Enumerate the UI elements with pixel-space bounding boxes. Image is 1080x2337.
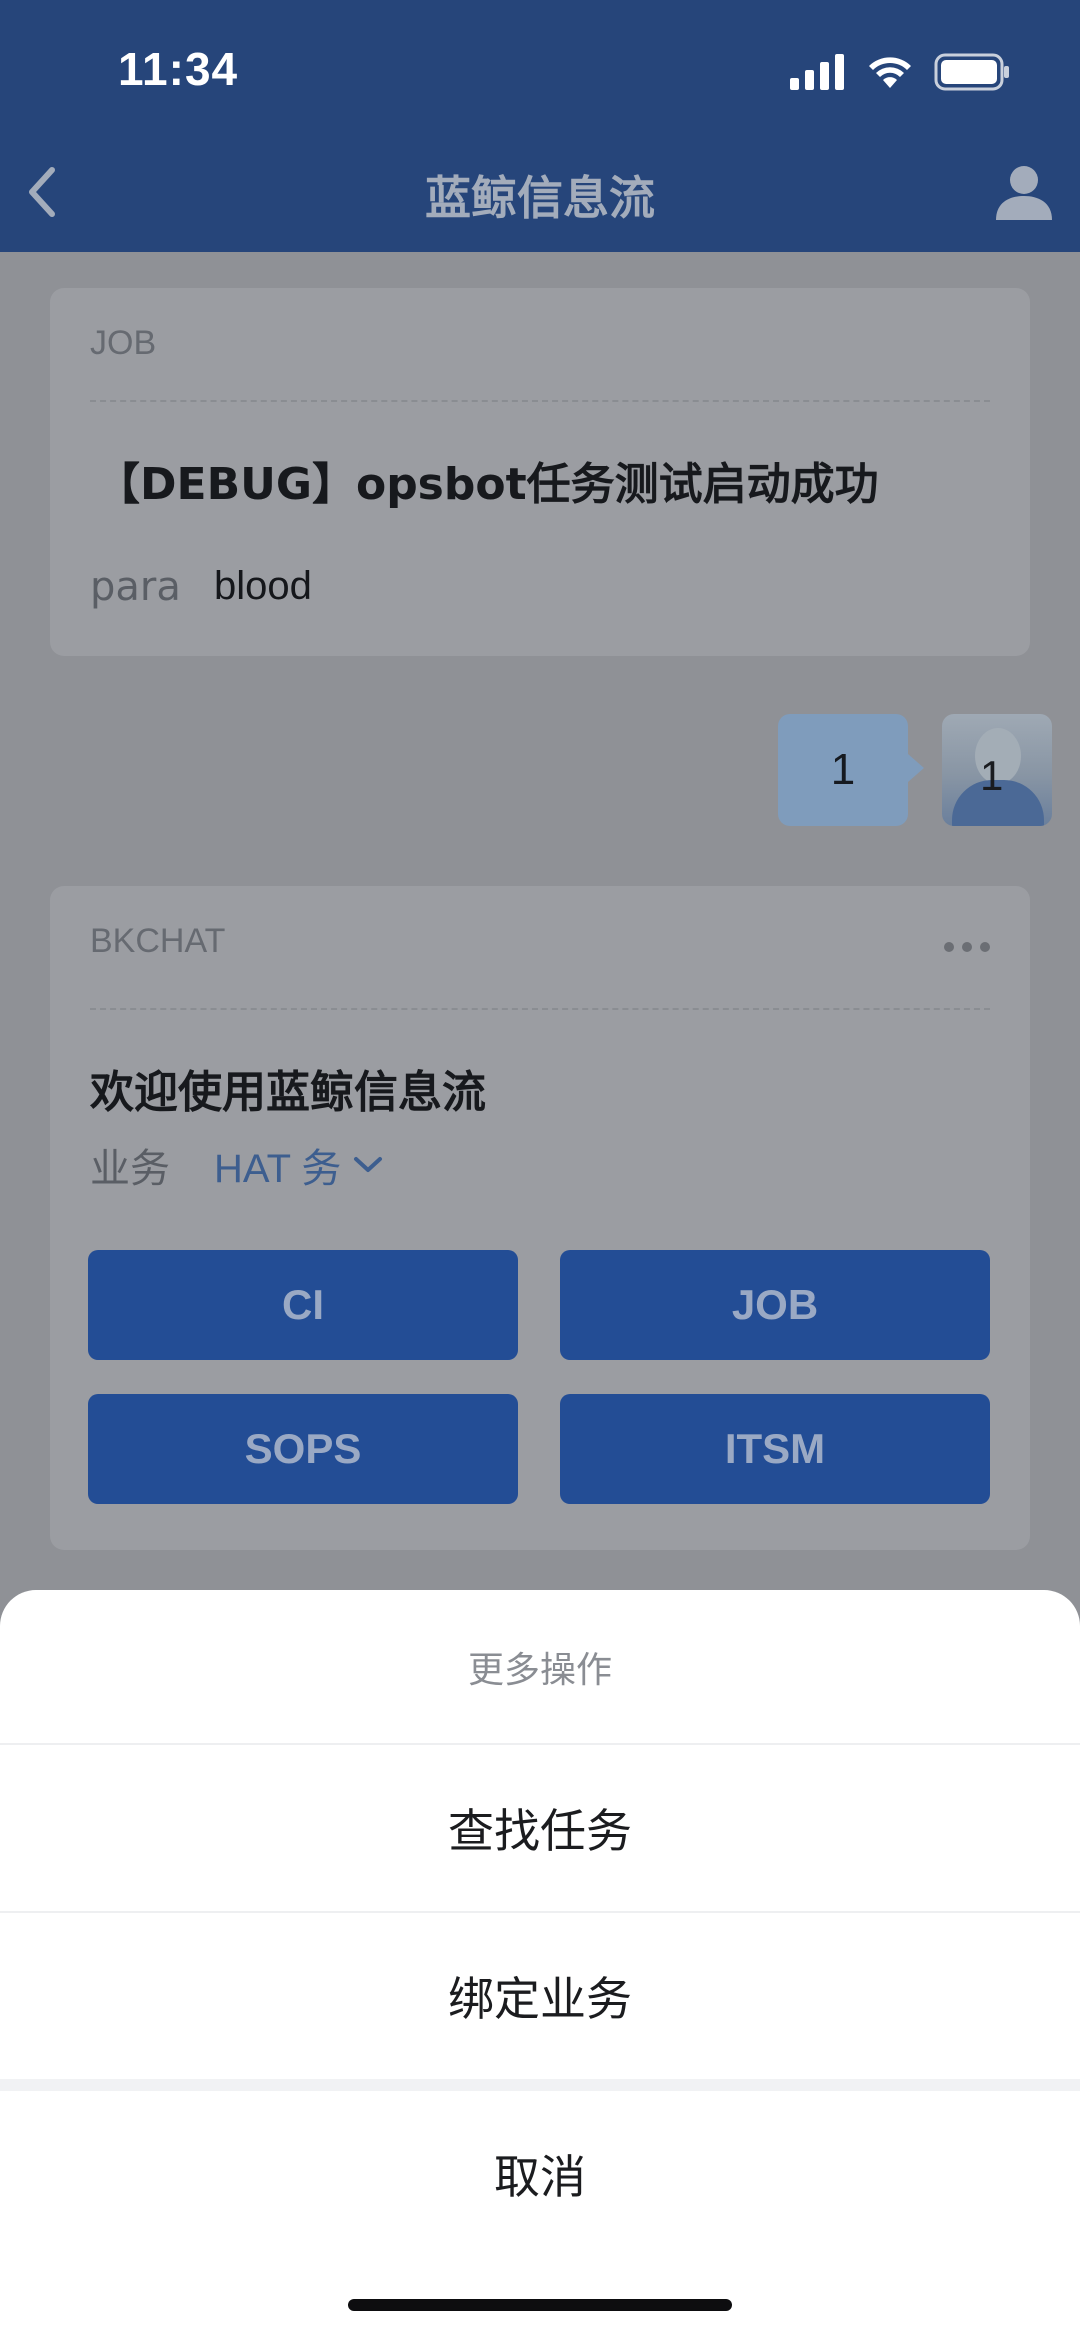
battery-icon [934,53,1009,91]
status-icons [790,50,1010,94]
divider [90,1008,990,1010]
separator-gap [0,2079,1080,2091]
user-icon[interactable] [992,160,1056,224]
find-task-option[interactable]: 查找任务 [0,1745,1080,1911]
itsm-button[interactable]: ITSM [560,1394,990,1504]
signal-icon [790,54,844,90]
bkchat-card: BKCHAT 欢迎使用蓝鲸信息流 业务 CI JOB SOPS ITSM [50,886,1030,1550]
reply-bubble[interactable]: 1 [778,714,924,826]
card-title: 【DEBUG】opsbot任务测试启动成功 [96,459,879,510]
biz-value: HAT 务 [214,1147,342,1191]
page-title: 蓝鲸信息流 [425,171,655,225]
top-bar: 11:34 蓝鲸信息流 [0,0,1080,252]
card-source-label: BKCHAT [90,922,226,960]
wifi-icon [869,57,911,88]
cancel-button[interactable]: 取消 [0,2091,1080,2257]
reply-text: 1 [830,745,856,794]
ci-button[interactable]: CI [88,1250,518,1360]
divider [90,400,990,402]
biz-select[interactable]: HAT 务 [214,1136,383,1194]
action-sheet-title: 更多操作 [467,1649,612,1691]
card-source-label: JOB [90,324,157,362]
avatar-glyph: 1 [980,752,1004,799]
card-title: 欢迎使用蓝鲸信息流 [90,1067,486,1118]
param-key: para [90,564,181,610]
job-button[interactable]: JOB [560,1250,990,1360]
more-icon[interactable] [944,942,990,952]
biz-label: 业务 [90,1146,170,1192]
sops-button[interactable]: SOPS [88,1394,518,1504]
status-time: 11:34 [118,43,239,95]
chevron-down-icon [354,1157,383,1172]
action-sheet: 更多操作 查找任务 绑定业务 取消 [0,1590,1080,2337]
avatar[interactable]: 1 [942,714,1052,826]
bind-business-option[interactable]: 绑定业务 [0,1913,1080,2079]
job-message-card: JOB 【DEBUG】opsbot任务测试启动成功 para blood [50,288,1030,656]
param-value: blood [214,564,312,608]
home-indicator [348,2299,732,2311]
